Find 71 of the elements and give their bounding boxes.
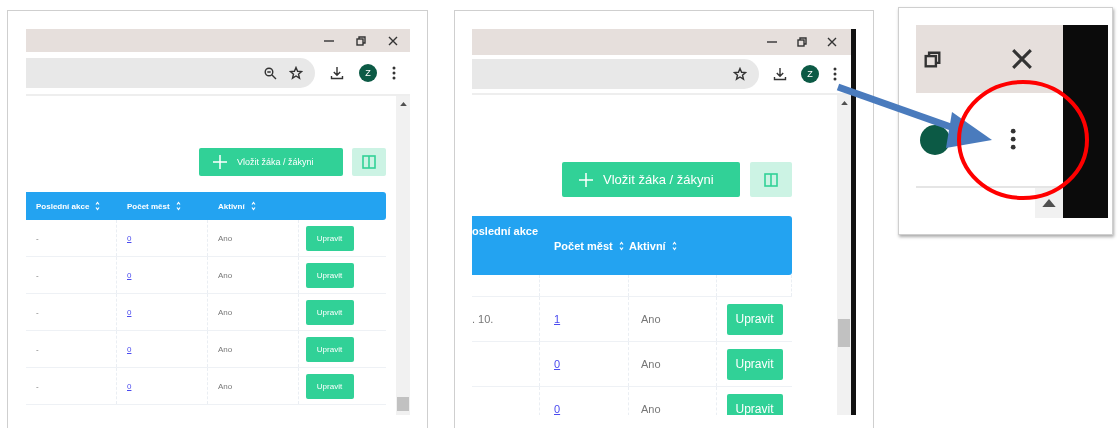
city-count-link[interactable]: 0 bbox=[127, 344, 132, 354]
city-count-link[interactable]: 0 bbox=[127, 233, 132, 243]
scrollbar[interactable] bbox=[837, 95, 851, 415]
scrollbar-thumb[interactable] bbox=[838, 319, 850, 348]
columns-icon bbox=[362, 155, 376, 169]
edit-button[interactable]: Upravit bbox=[305, 225, 354, 251]
column-header[interactable]: Aktivní bbox=[629, 239, 666, 252]
scroll-up-arrow-icon[interactable] bbox=[399, 102, 407, 107]
table-cell: - bbox=[36, 233, 39, 243]
table-cell: Ano bbox=[641, 358, 661, 370]
column-header[interactable]: oslední akce bbox=[472, 225, 539, 237]
sort-icon[interactable] bbox=[671, 240, 677, 251]
city-count-link[interactable]: 0 bbox=[127, 307, 132, 317]
profile-avatar[interactable]: Z bbox=[359, 64, 377, 82]
table-cell: Ano bbox=[218, 344, 233, 354]
edit-button[interactable]: Upravit bbox=[726, 393, 783, 415]
download-icon[interactable] bbox=[773, 67, 787, 81]
column-header[interactable]: Poslední akce bbox=[36, 201, 90, 211]
star-icon[interactable] bbox=[289, 66, 303, 80]
table-cell: Ano bbox=[218, 381, 233, 391]
profile-avatar[interactable]: Z bbox=[801, 65, 819, 83]
sort-icon[interactable] bbox=[95, 201, 101, 211]
star-icon[interactable] bbox=[733, 67, 747, 81]
scrollbar-thumb[interactable] bbox=[397, 397, 409, 411]
add-student-button[interactable]: Vložit žáka / žákyni bbox=[199, 148, 343, 176]
column-header[interactable]: Aktivní bbox=[218, 201, 245, 211]
add-student-button[interactable]: Vložit žáka / žákyni bbox=[562, 162, 740, 197]
city-count-link[interactable]: 1 bbox=[554, 313, 561, 325]
magnifier-icon[interactable] bbox=[264, 66, 277, 80]
restore-icon[interactable] bbox=[356, 35, 366, 46]
edit-button[interactable]: Upravit bbox=[305, 262, 354, 288]
column-header[interactable]: Počet měst bbox=[127, 201, 170, 211]
profile-avatar[interactable] bbox=[920, 124, 950, 155]
table-cell: Ano bbox=[641, 403, 661, 415]
scrollbar[interactable] bbox=[396, 96, 410, 415]
close-icon[interactable] bbox=[388, 35, 398, 46]
menu-icon[interactable] bbox=[1010, 128, 1017, 151]
sort-icon[interactable] bbox=[618, 240, 624, 251]
table-cell: Ano bbox=[218, 270, 233, 280]
menu-icon[interactable] bbox=[833, 67, 837, 81]
city-count-link[interactable]: 0 bbox=[554, 403, 561, 415]
table-cell: Ano bbox=[218, 233, 233, 243]
plus-icon bbox=[579, 172, 593, 187]
table-cell: - bbox=[36, 381, 39, 391]
column-header[interactable]: Počet měst bbox=[554, 239, 613, 252]
scroll-up-arrow-icon[interactable] bbox=[840, 101, 848, 106]
close-icon[interactable] bbox=[1011, 48, 1033, 70]
restore-icon[interactable] bbox=[924, 50, 941, 68]
restore-icon[interactable] bbox=[797, 37, 807, 47]
menu-icon[interactable] bbox=[392, 66, 396, 80]
table-cell: Ano bbox=[641, 313, 661, 325]
scroll-up-arrow-icon[interactable] bbox=[1042, 198, 1056, 208]
table-cell: Ano bbox=[218, 307, 233, 317]
edit-button[interactable]: Upravit bbox=[305, 299, 354, 325]
plus-icon bbox=[213, 155, 227, 169]
sort-icon[interactable] bbox=[250, 201, 256, 211]
city-count-link[interactable]: 0 bbox=[127, 270, 132, 280]
city-count-link[interactable]: 0 bbox=[554, 358, 561, 370]
city-count-link[interactable]: 0 bbox=[127, 381, 132, 391]
table-cell: - bbox=[36, 344, 39, 354]
columns-icon bbox=[764, 172, 778, 187]
edit-button[interactable]: Upravit bbox=[305, 373, 354, 399]
table-cell: . 10. bbox=[472, 313, 494, 325]
sort-icon[interactable] bbox=[175, 201, 181, 211]
table-cell: - bbox=[36, 307, 39, 317]
table-cell: - bbox=[36, 270, 39, 280]
edit-button[interactable]: Upravit bbox=[305, 336, 354, 362]
close-icon[interactable] bbox=[827, 37, 837, 47]
edit-button[interactable]: Upravit bbox=[726, 348, 783, 380]
edit-button[interactable]: Upravit bbox=[726, 303, 783, 335]
download-icon[interactable] bbox=[330, 66, 344, 80]
